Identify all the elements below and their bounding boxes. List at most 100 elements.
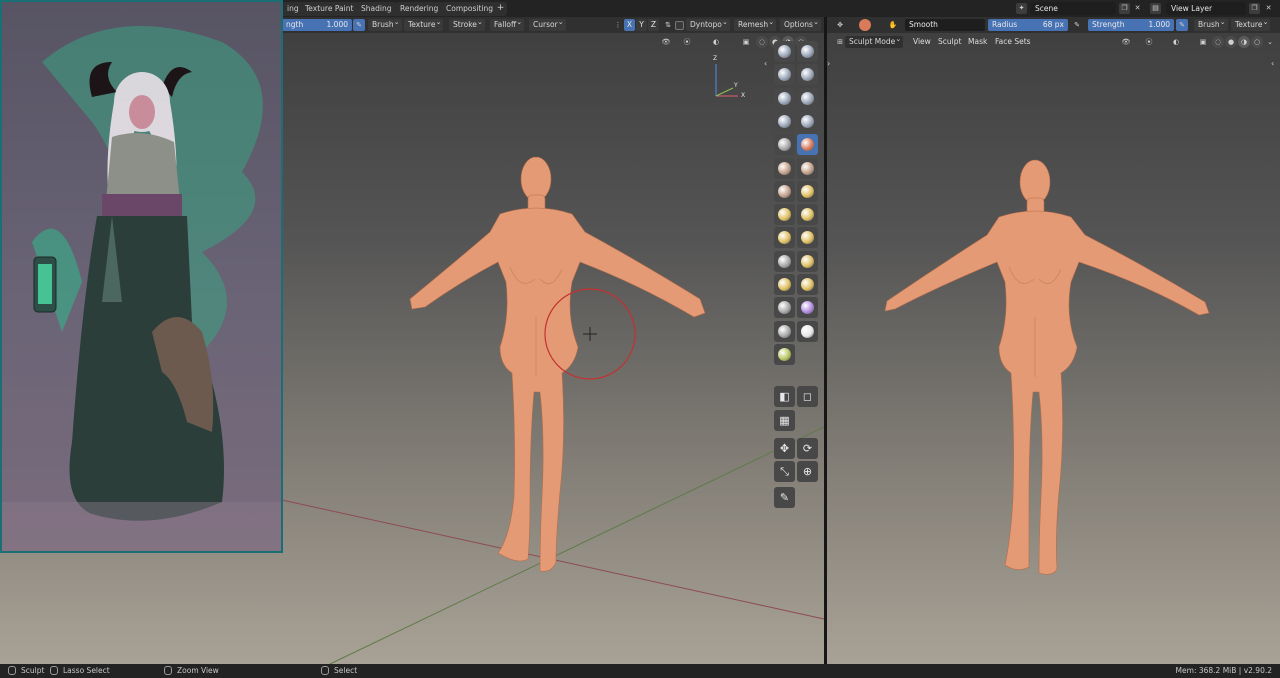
tool-layer[interactable] [797,87,818,109]
symmetry-x-button[interactable]: X [624,19,635,31]
annotate-tool[interactable]: ✎ [774,487,795,508]
visibility-icon[interactable]: 👁 [660,36,672,48]
radius-pressure-icon[interactable]: ✎ [1071,19,1083,31]
toolbar-collapse-arrow[interactable]: ‹ [764,59,767,68]
right-xray-icon[interactable]: ▣ [1197,36,1209,48]
brush-dropdown[interactable]: Brush [368,16,402,31]
menu-mask[interactable]: Mask [968,37,987,46]
right-shading-material-icon[interactable]: ◑ [1238,36,1250,48]
right-shading-options-icon[interactable]: ⌄ [1264,36,1276,48]
rotate-tool[interactable]: ⟳ [797,438,818,459]
tool-draw-sharp[interactable] [797,41,818,62]
tab-texture-paint[interactable]: Texture Paint [300,2,359,16]
tool-rotate[interactable] [797,274,818,295]
tool-nudge[interactable] [774,274,795,295]
tool-pinch[interactable] [774,204,795,226]
pose-icon [801,254,814,268]
tool-fill[interactable] [797,157,818,179]
symmetry-icon[interactable]: ⋮ [612,19,624,31]
right-3d-viewport[interactable]: › ‹ [827,17,1280,664]
right-shading-wireframe-icon[interactable]: ◌ [1212,36,1224,48]
right-shading-solid-icon[interactable]: ● [1225,36,1237,48]
tool-draw[interactable] [774,41,795,62]
strength-slider[interactable]: ngth 1.000 [282,19,352,31]
viewport-gizmo-icon[interactable]: ⦿ [681,36,693,48]
tool-pose[interactable] [797,250,818,272]
cloth-icon [778,324,791,338]
tool-inflate[interactable] [774,110,795,132]
xray-icon[interactable]: ▣ [740,36,752,48]
tool-smooth[interactable] [797,134,818,156]
remove-view-layer-icon[interactable]: ✕ [1263,3,1274,14]
dyntopo-dropdown[interactable]: Dyntopo [686,16,730,31]
tool-crease[interactable] [774,134,795,156]
tab-rendering[interactable]: Rendering [395,2,444,16]
brush-name-field[interactable]: Smooth [905,19,985,31]
symmetry-y-button[interactable]: Y [636,19,647,31]
right-shading-rendered-icon[interactable]: ○ [1251,36,1263,48]
add-workspace-button[interactable]: + [494,2,507,16]
scene-icon[interactable]: ✦ [1016,3,1027,14]
right-toolbar-expand-arrow[interactable]: › [827,59,830,68]
remesh-dropdown[interactable]: Remesh [734,16,777,31]
tool-cloth[interactable] [774,320,795,342]
scene-name-field[interactable]: Scene [1030,2,1116,15]
right-texture-dropdown[interactable]: Texture [1231,16,1271,31]
sidebar-collapse-arrow[interactable]: ‹ [1271,59,1274,68]
tool-grab[interactable] [797,204,818,226]
tool-flatten[interactable] [774,157,795,179]
tool-clay[interactable] [774,64,795,86]
tool-thumb[interactable] [774,250,795,272]
tool-boundary[interactable] [797,297,818,319]
tool-scrape[interactable] [774,180,795,202]
view-layer-field[interactable]: View Layer [1166,2,1246,15]
overlays-icon[interactable]: ◐ [710,36,722,48]
texture-dropdown[interactable]: Texture [404,16,444,31]
menu-view[interactable]: View [913,37,931,46]
tool-multiplane-scrape[interactable] [797,180,818,202]
smooth-brush-icon[interactable] [859,19,871,31]
tool-clay-thumb[interactable] [774,87,795,109]
right-brush-dropdown[interactable]: Brush [1194,16,1228,31]
new-scene-icon[interactable]: ❐ [1119,3,1130,14]
tool-elastic-deform[interactable] [774,227,795,249]
right-overlays-icon[interactable]: ◐ [1170,36,1182,48]
move-tool[interactable]: ✥ [774,438,795,459]
right-gizmo-icon[interactable]: ⦿ [1143,36,1155,48]
menu-sculpt[interactable]: Sculpt [938,37,961,46]
lock-icon[interactable]: ⇅ [662,19,674,31]
pressure-strength-icon[interactable]: ✎ [353,19,365,31]
tab-compositing[interactable]: Compositing [441,2,499,16]
tool-mask[interactable] [774,343,795,365]
scale-tool[interactable]: ⤡ [774,461,795,482]
strength-pressure-icon[interactable]: ✎ [1176,19,1188,31]
right-strength-slider[interactable]: Strength 1.000 [1088,19,1174,31]
tool-snake-hook[interactable] [797,227,818,249]
box-mask-tool[interactable]: ◧ [774,386,795,407]
reference-image-panel[interactable] [0,0,283,553]
falloff-dropdown[interactable]: Falloff [490,16,525,31]
tool-blob[interactable] [797,110,818,132]
new-view-layer-icon[interactable]: ❐ [1249,3,1260,14]
tool-simplify[interactable] [797,320,818,342]
remove-scene-icon[interactable]: ✕ [1132,3,1143,14]
tool-slide-relax[interactable] [774,297,795,319]
menu-face-sets[interactable]: Face Sets [995,37,1031,46]
radius-slider[interactable]: Radius 68 px [988,19,1068,31]
stroke-dropdown[interactable]: Stroke [449,16,485,31]
cursor-dropdown[interactable]: Cursor [529,16,566,31]
tab-shading[interactable]: Shading [356,2,397,16]
options-dropdown[interactable]: Options [780,16,821,31]
view-layer-icon[interactable]: ▤ [1150,3,1161,14]
tool-settings-icon[interactable]: ✥ [834,19,846,31]
shading-wireframe-icon[interactable]: ◌ [756,36,768,48]
right-visibility-icon[interactable]: 👁 [1120,36,1132,48]
mode-dropdown[interactable]: Sculpt Mode [845,33,904,48]
dyntopo-checkbox[interactable] [675,21,684,30]
transform-tool[interactable]: ⊕ [797,461,818,482]
mesh-filter-tool[interactable]: ▦ [774,410,795,431]
symmetry-z-button[interactable]: Z [648,19,659,31]
tool-clay-strips[interactable] [797,64,818,86]
brush-browse-icon[interactable]: ✋ [887,19,899,31]
box-hide-tool[interactable]: ◻ [797,386,818,407]
